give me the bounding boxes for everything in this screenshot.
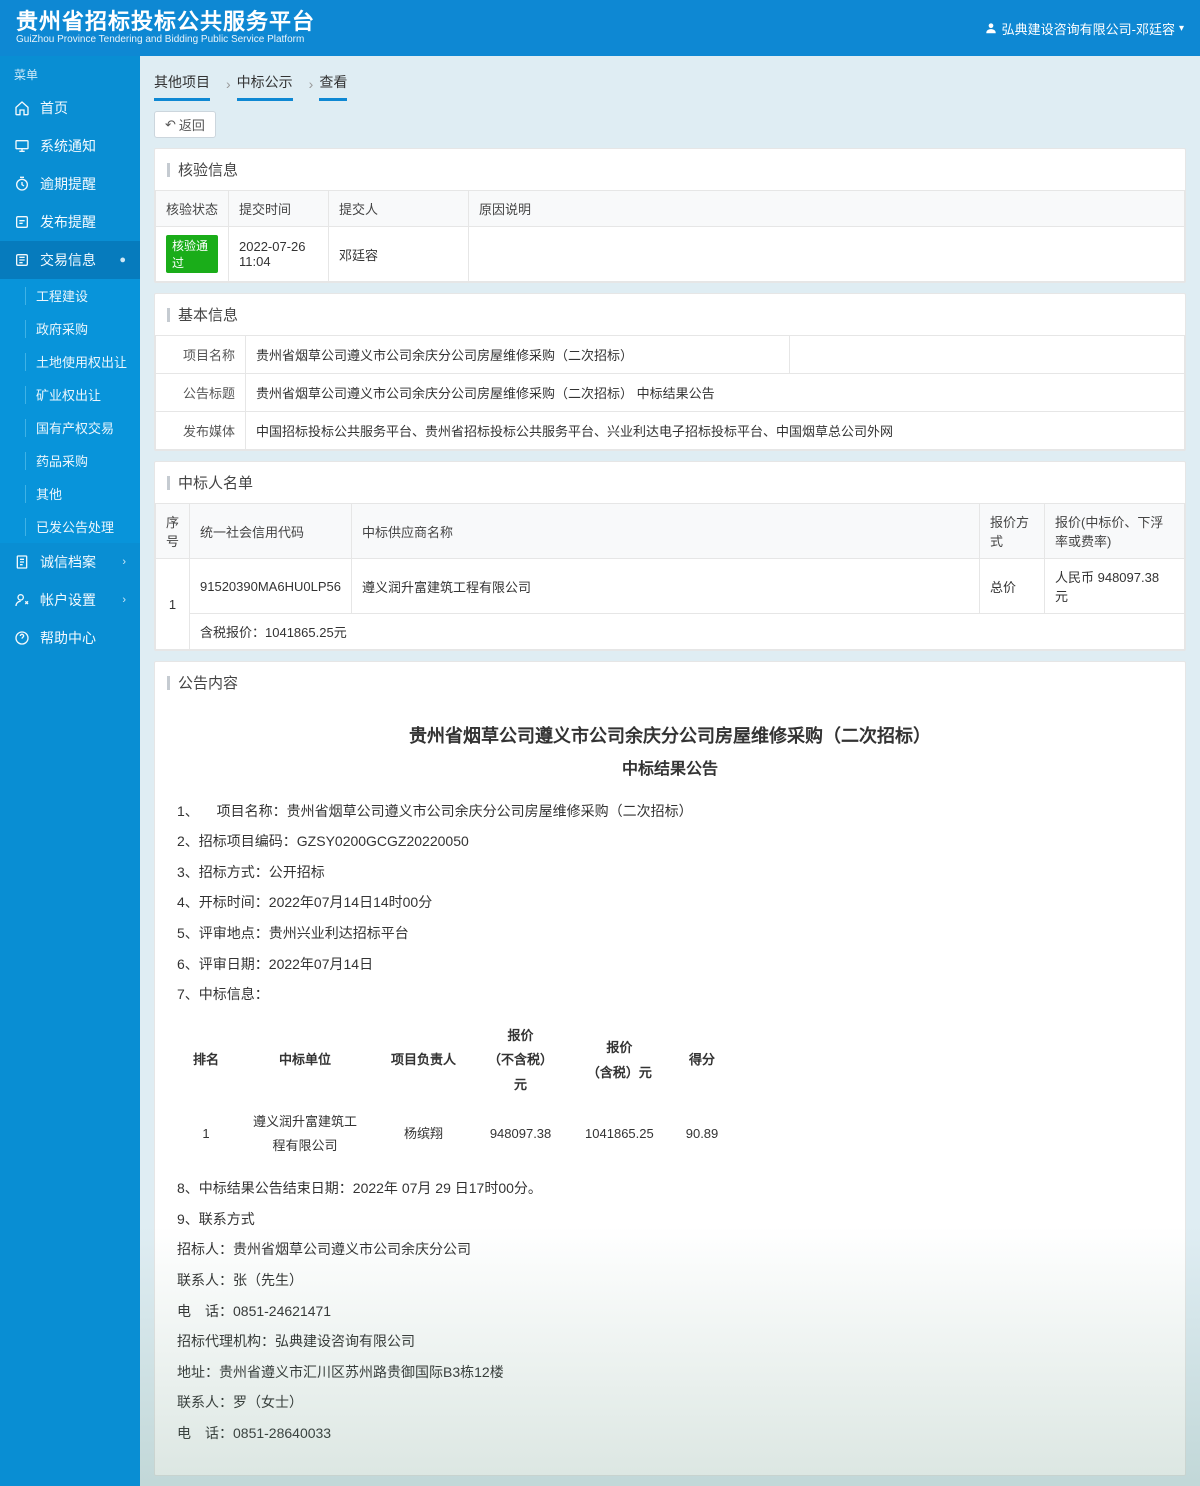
sidebar-item-label: 逾期提醒: [40, 174, 96, 194]
sidebar-item-label: 帮助中心: [40, 628, 96, 648]
file-icon: [14, 554, 32, 570]
crumb-section[interactable]: 中标公示: [237, 66, 293, 101]
sidebar-item-publish[interactable]: 发布提醒: [0, 203, 140, 241]
sidebar-item-trade[interactable]: 交易信息 ●: [0, 241, 140, 279]
home-icon: [14, 100, 32, 116]
sidebar-sub-land[interactable]: 土地使用权出让: [0, 345, 140, 378]
chevron-right-icon: ›: [122, 556, 126, 568]
table-row: 1 91520390MA6HU0LP56 遵义润升富建筑工程有限公司 总价 人民…: [156, 559, 1185, 614]
sidebar-item-credit[interactable]: 诚信档案 ›: [0, 543, 140, 581]
user-settings-icon: [14, 592, 32, 608]
chevron-right-icon: ›: [122, 594, 126, 606]
panel-content: 公告内容 贵州省烟草公司遵义市公司余庆分公司房屋维修采购（二次招标） 中标结果公…: [154, 661, 1186, 1476]
panel-basic: 基本信息 项目名称贵州省烟草公司遵义市公司余庆分公司房屋维修采购（二次招标） 公…: [154, 293, 1186, 451]
trade-icon: [14, 252, 32, 268]
sidebar-item-label: 首页: [40, 98, 68, 118]
winners-table: 序号 统一社会信用代码 中标供应商名称 报价方式 报价(中标价、下浮率或费率) …: [155, 503, 1185, 650]
sidebar-item-label: 诚信档案: [40, 552, 96, 572]
publish-icon: [14, 214, 32, 230]
bulletin-body: 贵州省烟草公司遵义市公司余庆分公司房屋维修采购（二次招标） 中标结果公告 1、 …: [155, 703, 1185, 1475]
panel-winners: 中标人名单 序号 统一社会信用代码 中标供应商名称 报价方式 报价(中标价、下浮…: [154, 461, 1186, 651]
sidebar-item-account[interactable]: 帐户设置 ›: [0, 581, 140, 619]
crumb-category[interactable]: 其他项目: [154, 66, 210, 101]
user-icon: [984, 21, 998, 35]
table-row: 1 遵义润升富建筑工程有限公司 杨缤翔 948097.38 1041865.25…: [177, 1104, 734, 1165]
sidebar-item-label: 发布提醒: [40, 212, 96, 232]
sidebar-item-home[interactable]: 首页: [0, 89, 140, 127]
breadcrumb: 其他项目 › 中标公示 › 查看: [140, 56, 1200, 101]
user-name: 弘典建设咨询有限公司-邓廷容: [1002, 19, 1175, 38]
status-badge: 核验通过: [166, 235, 218, 273]
panel-title: 中标人名单: [178, 472, 253, 493]
chevron-down-icon: ▾: [1179, 23, 1184, 34]
panel-verify: 核验信息 核验状态 提交时间 提交人 原因说明 核验通过 2022-07-26 …: [154, 148, 1186, 283]
collapse-icon: ●: [119, 254, 126, 266]
verify-table: 核验状态 提交时间 提交人 原因说明 核验通过 2022-07-26 11:04…: [155, 190, 1185, 282]
back-button[interactable]: ↶ 返回: [154, 111, 216, 138]
sidebar-sub-engineering[interactable]: 工程建设: [0, 279, 140, 312]
user-menu[interactable]: 弘典建设咨询有限公司-邓廷容 ▾: [984, 19, 1184, 38]
sidebar-item-notice[interactable]: 系统通知: [0, 127, 140, 165]
sidebar-sub-gov[interactable]: 政府采购: [0, 312, 140, 345]
sidebar-item-label: 帐户设置: [40, 590, 96, 610]
sidebar-sub-drug[interactable]: 药品采购: [0, 444, 140, 477]
sidebar-item-overdue[interactable]: 逾期提醒: [0, 165, 140, 203]
panel-title: 公告内容: [178, 672, 238, 693]
bulletin-subheading: 中标结果公告: [177, 755, 1163, 785]
monitor-icon: [14, 138, 32, 154]
sidebar-sub-other[interactable]: 其他: [0, 477, 140, 510]
help-icon: [14, 630, 32, 646]
crumb-page[interactable]: 查看: [319, 66, 347, 101]
rank-table: 排名 中标单位 项目负责人 报价 （不含税） 元 报价 （含税）元 得分 1 遵…: [177, 1018, 734, 1165]
table-row: 含税报价：1041865.25元: [156, 614, 1185, 650]
overdue-icon: [14, 176, 32, 192]
site-subtitle: GuiZhou Province Tendering and Bidding P…: [16, 34, 315, 46]
sidebar-item-help[interactable]: 帮助中心: [0, 619, 140, 657]
back-icon: ↶: [165, 117, 176, 133]
table-row: 核验通过 2022-07-26 11:04 邓廷容: [156, 227, 1185, 282]
sidebar: 菜单 首页 系统通知 逾期提醒 发布提醒 交易信息 ●: [0, 56, 140, 1486]
sidebar-sub-published[interactable]: 已发公告处理: [0, 510, 140, 543]
site-title: 贵州省招标投标公共服务平台: [16, 10, 315, 34]
sidebar-item-label: 系统通知: [40, 136, 96, 156]
sidebar-item-label: 交易信息: [40, 250, 96, 270]
app-header: 贵州省招标投标公共服务平台 GuiZhou Province Tendering…: [0, 0, 1200, 56]
sidebar-sub-mining[interactable]: 矿业权出让: [0, 378, 140, 411]
sidebar-submenu: 工程建设 政府采购 土地使用权出让 矿业权出让 国有产权交易 药品采购 其他 已…: [0, 279, 140, 543]
sidebar-sub-state[interactable]: 国有产权交易: [0, 411, 140, 444]
basic-table: 项目名称贵州省烟草公司遵义市公司余庆分公司房屋维修采购（二次招标） 公告标题贵州…: [155, 335, 1185, 450]
bulletin-heading: 贵州省烟草公司遵义市公司余庆分公司房屋维修采购（二次招标）: [177, 719, 1163, 753]
panel-title: 基本信息: [178, 304, 238, 325]
panel-title: 核验信息: [178, 159, 238, 180]
sidebar-label: 菜单: [0, 56, 140, 89]
